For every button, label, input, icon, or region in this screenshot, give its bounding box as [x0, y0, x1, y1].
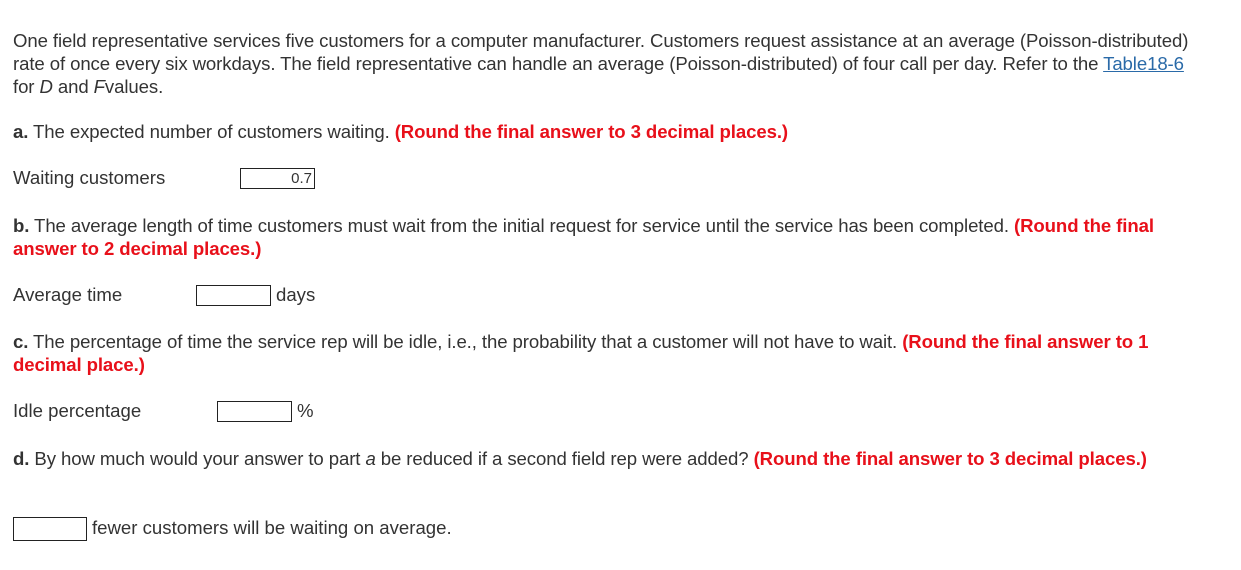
question-d-var: a — [365, 448, 376, 469]
var-d: D — [39, 76, 53, 97]
question-d-text-before: By how much would your answer to part — [29, 448, 366, 469]
waiting-customers-label: Waiting customers — [13, 167, 166, 188]
question-b-text: The average length of time customers mus… — [29, 215, 1014, 236]
waiting-customers-input[interactable] — [240, 168, 315, 189]
instruction-a: (Round the final answer to 3 decimal pla… — [394, 121, 788, 142]
var-f: F — [93, 76, 105, 97]
intro-text-end: values. — [104, 76, 164, 97]
idle-percentage-label: Idle percentage — [13, 400, 142, 421]
average-time-input[interactable] — [196, 285, 271, 306]
intro-text: One field representative services five c… — [13, 30, 1189, 74]
part-letter-d: d. — [13, 448, 30, 469]
average-time-label: Average time — [13, 284, 123, 305]
question-d-text-after: be reduced if a second field rep were ad… — [375, 448, 754, 469]
instruction-d: (Round the final answer to 3 decimal pla… — [753, 448, 1147, 469]
part-letter-a: a. — [13, 121, 29, 142]
question-c: c. The percentage of time the service re… — [13, 330, 1203, 376]
idle-percentage-input[interactable] — [217, 401, 292, 422]
average-time-unit: days — [276, 284, 316, 305]
question-a: a. The expected number of customers wait… — [13, 120, 1203, 143]
table-18-6-link[interactable]: Table18-6 — [1103, 53, 1184, 74]
question-a-text: The expected number of customers waiting… — [28, 121, 395, 142]
idle-percentage-unit: % — [297, 400, 314, 421]
reduction-input[interactable] — [13, 517, 87, 541]
problem-statement: One field representative services five c… — [13, 29, 1193, 98]
reduction-unit-text: fewer customers will be waiting on avera… — [92, 517, 452, 538]
part-letter-c: c. — [13, 331, 29, 352]
question-d: d. By how much would your answer to part… — [13, 447, 1203, 470]
question-b: b. The average length of time customers … — [13, 214, 1203, 260]
question-c-text: The percentage of time the service rep w… — [28, 331, 903, 352]
intro-text-and: and — [52, 76, 94, 97]
part-letter-b: b. — [13, 215, 30, 236]
intro-text-for: for — [13, 76, 40, 97]
